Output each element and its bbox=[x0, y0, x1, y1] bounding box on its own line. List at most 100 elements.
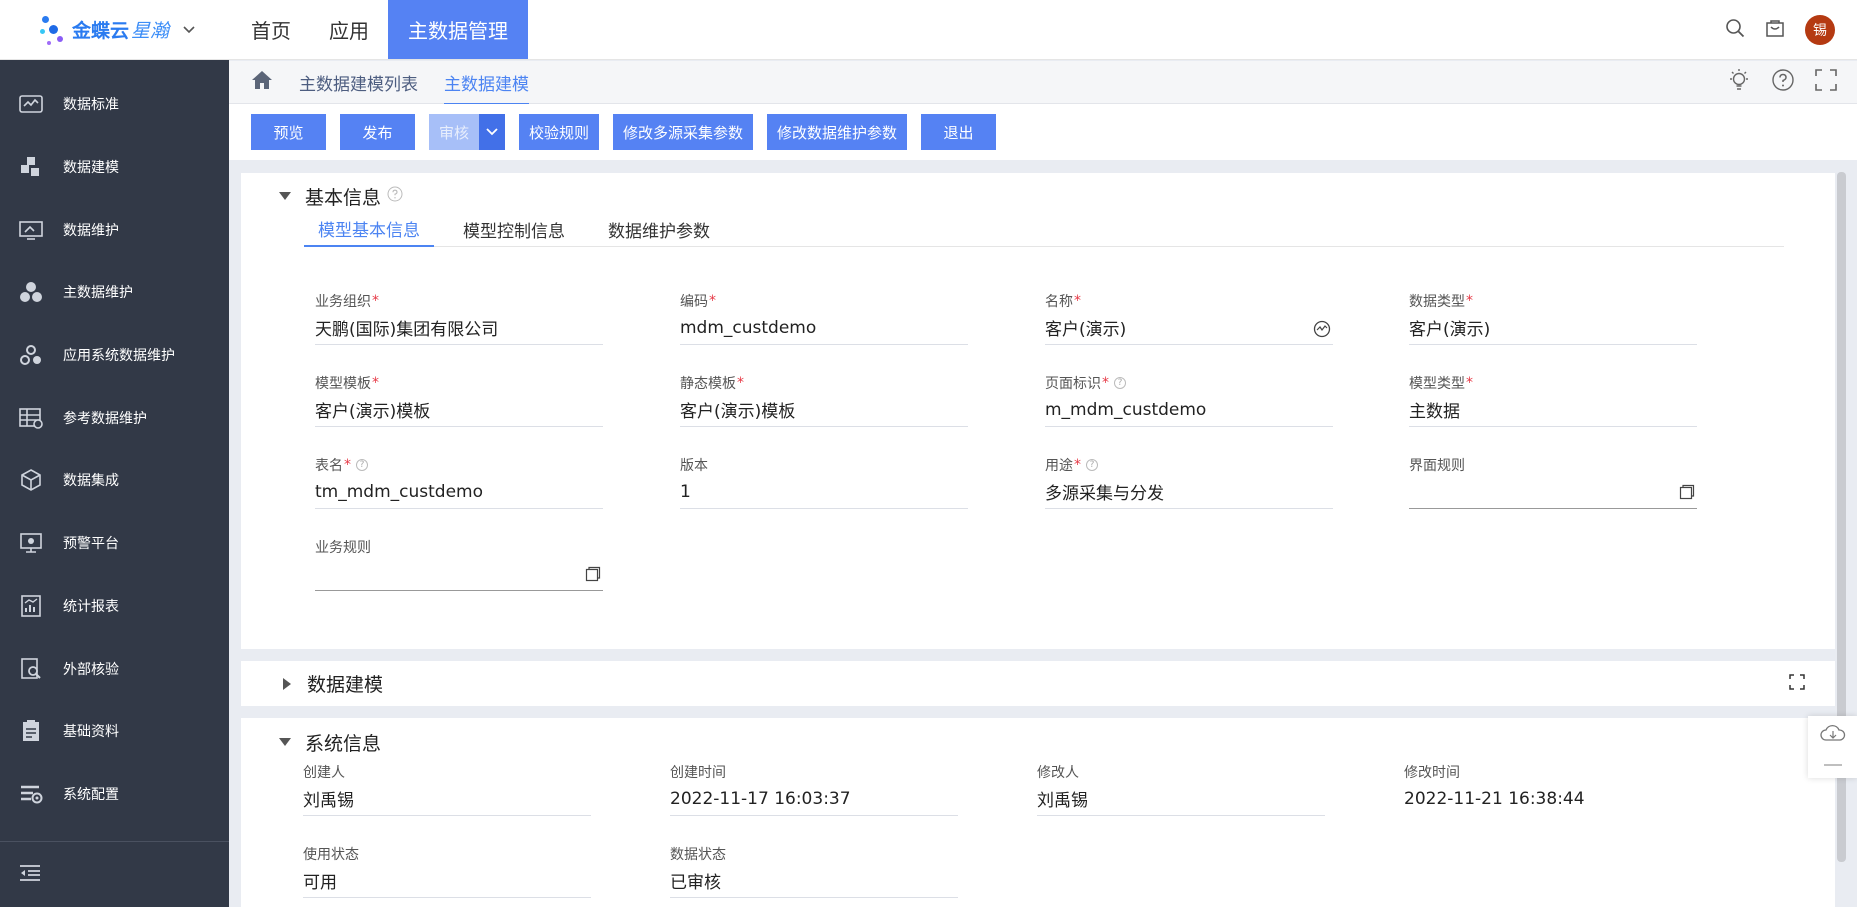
sidebar-item-master-data[interactable]: 主数据维护 bbox=[0, 261, 229, 324]
copy-icon[interactable] bbox=[585, 566, 601, 587]
sidebar-item-external-verify[interactable]: 外部核验 bbox=[0, 637, 229, 700]
preview-button[interactable]: 预览 bbox=[251, 114, 326, 150]
sidebar-item-data-standard[interactable]: 数据标准 bbox=[0, 73, 229, 136]
version-value[interactable]: 1 bbox=[680, 475, 968, 509]
model-template-field[interactable]: 模型模板 * 客户(演示)模板 bbox=[315, 373, 603, 427]
model-type-value[interactable]: 主数据 bbox=[1409, 393, 1697, 427]
static-template-value[interactable]: 客户(演示)模板 bbox=[680, 393, 968, 427]
ui-rules-field[interactable]: 界面规则 bbox=[1409, 455, 1697, 509]
created-at-value: 2022-11-17 16:03:37 bbox=[670, 782, 958, 816]
sidebar-item-data-maintenance[interactable]: 数据维护 bbox=[0, 198, 229, 261]
sidebar: 数据标准 数据建模 数据维护 主数据维护 应用系统数据维护 参考数据维护 数据集… bbox=[0, 60, 229, 907]
sidebar-collapse-button[interactable] bbox=[0, 841, 229, 907]
data-status-field: 数据状态 已审核 bbox=[670, 844, 958, 898]
edit-maintenance-params-button[interactable]: 修改数据维护参数 bbox=[767, 114, 907, 150]
kingdee-logo-icon bbox=[40, 12, 66, 48]
sidebar-item-label: 预警平台 bbox=[63, 536, 119, 553]
modifier-value: 刘禹锡 bbox=[1037, 782, 1325, 816]
field-label: 静态模板 bbox=[680, 376, 736, 392]
report-icon bbox=[19, 594, 43, 618]
purpose-field[interactable]: 用途 *? 多源采集与分发 bbox=[1045, 455, 1333, 509]
field-label: 界面规则 bbox=[1409, 458, 1465, 474]
cloud-widget[interactable] bbox=[1808, 716, 1857, 778]
breadcrumb-model-list[interactable]: 主数据建模列表 bbox=[299, 70, 418, 95]
data-type-field[interactable]: 数据类型 * 客户(演示) bbox=[1409, 291, 1697, 345]
multilang-icon[interactable] bbox=[1313, 320, 1331, 343]
help-icon[interactable]: ? bbox=[1086, 459, 1098, 471]
data-status-value: 已审核 bbox=[670, 864, 958, 898]
topnav-apps[interactable]: 应用 bbox=[310, 0, 388, 59]
modifier-field: 修改人 刘禹锡 bbox=[1037, 762, 1325, 816]
static-template-field[interactable]: 静态模板 * 客户(演示)模板 bbox=[680, 373, 968, 427]
data-modeling-panel: 数据建模 bbox=[241, 661, 1835, 706]
page-id-value[interactable]: m_mdm_custdemo bbox=[1045, 393, 1333, 427]
sidebar-item-basic-data[interactable]: 基础资料 bbox=[0, 700, 229, 763]
ui-rules-input[interactable] bbox=[1409, 475, 1697, 509]
system-info-header[interactable]: 系统信息 bbox=[241, 718, 1835, 766]
home-icon[interactable] bbox=[251, 70, 273, 94]
sidebar-item-label: 基础资料 bbox=[63, 724, 119, 741]
breadcrumb-model-current[interactable]: 主数据建模 bbox=[444, 70, 529, 105]
tab-maintenance-params[interactable]: 数据维护参数 bbox=[594, 211, 724, 247]
sidebar-item-data-integration[interactable]: 数据集成 bbox=[0, 449, 229, 512]
model-type-field[interactable]: 模型类型 * 主数据 bbox=[1409, 373, 1697, 427]
org-field[interactable]: 业务组织 * 天鹏(国际)集团有限公司 bbox=[315, 291, 603, 345]
topnav-home[interactable]: 首页 bbox=[232, 0, 310, 59]
topnav-master-data[interactable]: 主数据管理 bbox=[388, 0, 528, 59]
avatar[interactable]: 锡 bbox=[1805, 14, 1835, 45]
validate-rules-button[interactable]: 校验规则 bbox=[519, 114, 599, 150]
sidebar-item-data-modeling[interactable]: 数据建模 bbox=[0, 136, 229, 199]
data-standard-icon bbox=[19, 92, 43, 116]
top-nav: 首页 应用 主数据管理 bbox=[232, 0, 528, 59]
audit-dropdown-button[interactable] bbox=[479, 114, 505, 150]
name-field[interactable]: 名称 * 客户(演示) bbox=[1045, 291, 1333, 345]
lightbulb-icon[interactable] bbox=[1727, 68, 1751, 96]
biz-rules-field[interactable]: 业务规则 bbox=[315, 537, 603, 591]
sidebar-item-system-config[interactable]: 系统配置 bbox=[0, 763, 229, 826]
sidebar-item-report[interactable]: 统计报表 bbox=[0, 575, 229, 638]
alert-platform-icon bbox=[19, 531, 43, 555]
collapse-triangle-icon bbox=[279, 192, 291, 200]
shopping-bag-icon[interactable] bbox=[1765, 18, 1785, 42]
version-field[interactable]: 版本 1 bbox=[680, 455, 968, 509]
code-value[interactable]: mdm_custdemo bbox=[680, 311, 968, 345]
sidebar-item-reference-data[interactable]: 参考数据维护 bbox=[0, 386, 229, 449]
brand-logo[interactable]: 金蝶云 星瀚 bbox=[0, 0, 200, 59]
chevron-down-icon[interactable] bbox=[183, 22, 195, 38]
name-input[interactable]: 客户(演示) bbox=[1045, 311, 1333, 345]
field-label: 数据状态 bbox=[670, 847, 726, 863]
section-title: 数据建模 bbox=[307, 674, 384, 696]
table-name-value[interactable]: tm_mdm_custdemo bbox=[315, 475, 603, 509]
creator-value: 刘禹锡 bbox=[303, 782, 591, 816]
creator-field: 创建人 刘禹锡 bbox=[303, 762, 591, 816]
field-label: 创建人 bbox=[303, 765, 345, 781]
publish-button[interactable]: 发布 bbox=[340, 114, 415, 150]
data-modeling-header[interactable]: 数据建模 bbox=[241, 661, 1835, 706]
biz-rules-input[interactable] bbox=[315, 557, 603, 591]
sidebar-item-app-system[interactable]: 应用系统数据维护 bbox=[0, 324, 229, 387]
data-type-value[interactable]: 客户(演示) bbox=[1409, 311, 1697, 345]
field-label: 模型模板 bbox=[315, 376, 371, 392]
help-icon[interactable] bbox=[387, 185, 403, 207]
table-name-field[interactable]: 表名 *? tm_mdm_custdemo bbox=[315, 455, 603, 509]
help-icon[interactable]: ? bbox=[1114, 377, 1126, 389]
code-field[interactable]: 编码 * mdm_custdemo bbox=[680, 291, 968, 345]
minus-icon[interactable] bbox=[1823, 752, 1842, 771]
tab-model-basic[interactable]: 模型基本信息 bbox=[304, 211, 434, 247]
search-icon[interactable] bbox=[1725, 18, 1745, 42]
copy-icon[interactable] bbox=[1679, 484, 1695, 505]
purpose-value[interactable]: 多源采集与分发 bbox=[1045, 475, 1333, 509]
sidebar-item-label: 系统配置 bbox=[63, 786, 119, 803]
model-template-value[interactable]: 客户(演示)模板 bbox=[315, 393, 603, 427]
fullscreen-icon[interactable] bbox=[1815, 69, 1837, 95]
audit-button[interactable]: 审核 bbox=[429, 114, 479, 150]
exit-button[interactable]: 退出 bbox=[921, 114, 996, 150]
fullscreen-icon[interactable] bbox=[1789, 673, 1805, 695]
help-icon[interactable] bbox=[1771, 68, 1795, 96]
edit-multi-source-button[interactable]: 修改多源采集参数 bbox=[613, 114, 753, 150]
page-id-field[interactable]: 页面标识 *? m_mdm_custdemo bbox=[1045, 373, 1333, 427]
help-icon[interactable]: ? bbox=[356, 459, 368, 471]
tab-model-control[interactable]: 模型控制信息 bbox=[449, 211, 579, 247]
org-value[interactable]: 天鹏(国际)集团有限公司 bbox=[315, 311, 603, 345]
sidebar-item-alert-platform[interactable]: 预警平台 bbox=[0, 512, 229, 575]
